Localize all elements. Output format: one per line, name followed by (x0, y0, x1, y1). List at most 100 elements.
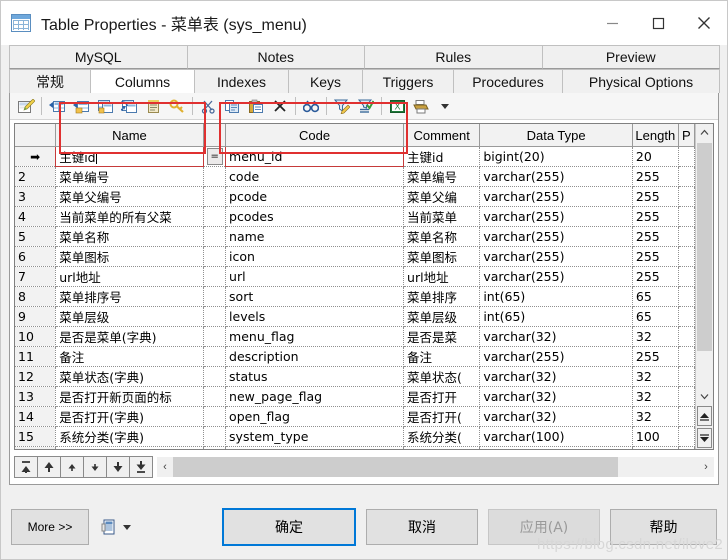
table-row[interactable]: 6 菜单图标 icon 菜单图标 varchar(255) 255 (15, 246, 695, 267)
vertical-scrollbar[interactable] (695, 124, 713, 449)
cell-data-type[interactable]: varchar(32) (479, 386, 633, 407)
cell-name[interactable]: 菜单图标 (55, 246, 204, 267)
cell-data-type[interactable]: varchar(255) (479, 226, 633, 247)
cancel-button[interactable]: 取消 (366, 509, 478, 545)
cell-dropdown[interactable] (203, 226, 227, 247)
cell-data-type[interactable]: varchar(32) (479, 406, 633, 427)
scroll-right-icon[interactable]: › (698, 461, 714, 473)
cell-precision[interactable] (678, 226, 695, 247)
cell-dropdown[interactable] (203, 286, 227, 307)
header-data-type[interactable]: Data Type (479, 124, 633, 147)
scroll-left-icon[interactable]: ‹ (157, 461, 173, 473)
table-row[interactable]: 11 备注 description 备注 varchar(255) 255 (15, 346, 695, 367)
tab-mysql[interactable]: MySQL (9, 45, 188, 69)
cell-code[interactable]: url (225, 266, 405, 287)
cell-precision[interactable] (678, 426, 695, 447)
header-length[interactable]: Length (632, 124, 679, 147)
cell-code[interactable]: code (225, 166, 405, 187)
add-field-icon[interactable] (69, 95, 93, 117)
cell-name[interactable]: 是否是菜单(字典) (55, 326, 204, 347)
cell-dropdown[interactable] (203, 446, 227, 449)
insert-field-icon[interactable] (45, 95, 69, 117)
cell-name[interactable]: 菜单层级 (55, 306, 204, 327)
cell-name[interactable]: 菜单父编号 (55, 186, 204, 207)
cell-comment[interactable]: 菜单名称 (403, 226, 481, 247)
cell-data-type[interactable]: varchar(255) (479, 186, 633, 207)
insert-field-before-icon[interactable] (93, 95, 117, 117)
hscroll-track[interactable] (173, 457, 698, 477)
cell-length[interactable]: 20 (632, 146, 679, 167)
next-page-button[interactable] (106, 456, 130, 478)
tab-general[interactable]: 常规 (9, 69, 91, 93)
cell-comment[interactable]: 菜单父编 (403, 186, 481, 207)
cell-code[interactable]: status (225, 366, 405, 387)
last-record-button[interactable] (129, 456, 153, 478)
cell-comment[interactable]: 系统分类( (403, 426, 481, 447)
close-button[interactable] (681, 1, 727, 45)
table-row[interactable]: 12 菜单状态(字典) status 菜单状态( varchar(32) 32 (15, 366, 695, 387)
cell-comment[interactable]: 是否是菜 (403, 326, 481, 347)
cell-dropdown[interactable] (203, 266, 227, 287)
cell-name[interactable]: 主键id (55, 146, 204, 167)
filter-apply-icon[interactable] (354, 95, 378, 117)
header-comment[interactable]: Comment (403, 124, 481, 147)
cell-dropdown[interactable] (203, 406, 227, 427)
cell-dropdown[interactable] (203, 426, 227, 447)
cell-length[interactable] (632, 446, 679, 449)
cell-precision[interactable] (678, 286, 695, 307)
cell-code[interactable]: menu_id (225, 146, 405, 167)
cell-comment[interactable]: 主键id (403, 146, 481, 167)
copy-icon[interactable] (220, 95, 244, 117)
cell-code[interactable]: levels (225, 306, 405, 327)
cell-precision[interactable] (678, 446, 695, 449)
filter-edit-icon[interactable] (330, 95, 354, 117)
prev-page-button[interactable] (37, 456, 61, 478)
tab-notes[interactable]: Notes (186, 45, 365, 69)
cell-comment[interactable]: 当前菜单 (403, 206, 481, 227)
print-icon[interactable] (409, 95, 433, 117)
cell-length[interactable]: 32 (632, 406, 679, 427)
cell-precision[interactable] (678, 406, 695, 427)
dropdown-button[interactable]: = (206, 148, 223, 165)
cell-dropdown[interactable] (203, 246, 227, 267)
cell-dropdown[interactable] (203, 386, 227, 407)
cell-code[interactable]: menu_flag (225, 326, 405, 347)
cell-data-type[interactable]: varchar(32) (479, 326, 633, 347)
cell-code[interactable]: pcode (225, 186, 405, 207)
cell-comment[interactable]: 菜单状态( (403, 366, 481, 387)
cell-comment[interactable]: 是否打开 (403, 386, 481, 407)
header-precision[interactable]: P (678, 124, 695, 147)
header-rownum[interactable] (15, 124, 57, 147)
cell-length[interactable]: 65 (632, 286, 679, 307)
ok-button[interactable]: 确定 (222, 508, 356, 546)
cell-precision[interactable] (678, 166, 695, 187)
cell-precision[interactable] (678, 186, 695, 207)
cell-dropdown[interactable] (203, 346, 227, 367)
cell-dropdown[interactable]: = (203, 146, 227, 167)
cell-data-type[interactable]: varchar(255) (479, 166, 633, 187)
cell-name[interactable]: url地址 (55, 266, 204, 287)
cell-name[interactable]: 是否打开新页面的标 (55, 386, 204, 407)
cell-length[interactable]: 65 (632, 306, 679, 327)
cell-precision[interactable] (678, 326, 695, 347)
tab-procedures[interactable]: Procedures (453, 69, 563, 93)
table-row[interactable]: 8 菜单排序号 sort 菜单排序 int(65) 65 (15, 286, 695, 307)
cell-comment[interactable]: 是否打开( (403, 406, 481, 427)
table-row[interactable]: 10 是否是菜单(字典) menu_flag 是否是菜 varchar(32) … (15, 326, 695, 347)
cell-comment[interactable]: 菜单层级 (403, 306, 481, 327)
table-row[interactable]: 16 创建时间 create_time 创建时间 datetime (15, 446, 695, 449)
cell-code[interactable]: pcodes (225, 206, 405, 227)
table-row[interactable]: 3 菜单父编号 pcode 菜单父编 varchar(255) 255 (15, 186, 695, 207)
design-table-icon[interactable] (14, 95, 38, 117)
cut-icon[interactable] (196, 95, 220, 117)
table-row[interactable]: 14 是否打开(字典) open_flag 是否打开( varchar(32) … (15, 406, 695, 427)
first-record-button[interactable] (14, 456, 38, 478)
cell-data-type[interactable]: int(65) (479, 306, 633, 327)
cell-precision[interactable] (678, 366, 695, 387)
cell-code[interactable]: system_type (225, 426, 405, 447)
table-row[interactable]: 2 菜单编号 code 菜单编号 varchar(255) 255 (15, 166, 695, 187)
tab-rules[interactable]: Rules (364, 45, 543, 69)
table-row[interactable]: 4 当前菜单的所有父菜 pcodes 当前菜单 varchar(255) 255 (15, 206, 695, 227)
table-row[interactable]: 13 是否打开新页面的标 new_page_flag 是否打开 varchar(… (15, 386, 695, 407)
cell-data-type[interactable]: varchar(255) (479, 266, 633, 287)
